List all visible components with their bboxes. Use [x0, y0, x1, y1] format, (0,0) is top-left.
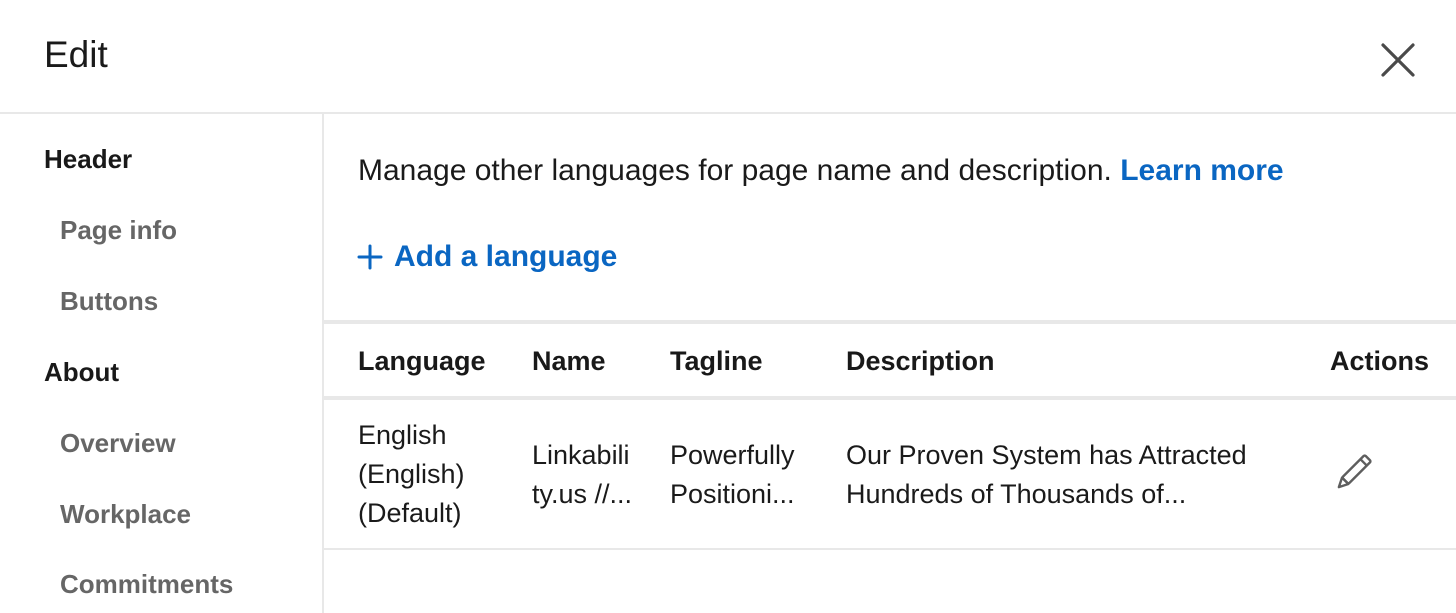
learn-more-link[interactable]: Learn more — [1120, 154, 1283, 187]
cell-language-line: (English) — [358, 459, 465, 489]
column-header-actions: Actions — [1330, 346, 1430, 376]
cell-description: Our Proven System has Attracted Hundreds… — [846, 436, 1247, 514]
cell-language-line: English — [358, 420, 447, 450]
cell-name-line: ty.us //... — [532, 479, 633, 509]
sidebar-item-commitments[interactable]: Commitments — [60, 569, 233, 600]
plus-icon — [357, 244, 383, 270]
cell-tagline-line: Powerfully — [670, 440, 795, 470]
edit-language-button[interactable] — [1330, 450, 1376, 496]
cell-description-line: Our Proven System has Attracted — [846, 440, 1247, 470]
sidebar-item-page-info[interactable]: Page info — [60, 215, 177, 246]
column-header-description: Description — [846, 346, 995, 376]
column-header-name: Name — [532, 346, 606, 376]
sidebar-item-buttons[interactable]: Buttons — [60, 286, 158, 317]
table-row: English (English) (Default) Linkabili ty… — [324, 400, 1456, 550]
cell-tagline-line: Positioni... — [670, 479, 795, 509]
cell-name-line: Linkabili — [532, 440, 630, 470]
intro-description: Manage other languages for page name and… — [358, 154, 1112, 187]
sidebar-item-overview[interactable]: Overview — [60, 428, 176, 459]
main-content: Manage other languages for page name and… — [324, 114, 1456, 613]
dialog-header: Edit — [0, 0, 1456, 114]
add-language-label: Add a language — [394, 240, 618, 273]
cell-language: English (English) (Default) — [358, 416, 465, 533]
add-language-button[interactable]: Add a language — [356, 240, 617, 274]
dialog-title: Edit — [44, 34, 108, 75]
table-header: Language Name Tagline Description Action… — [324, 324, 1456, 396]
pencil-icon — [1337, 454, 1372, 489]
close-icon — [1381, 43, 1415, 77]
cell-tagline: Powerfully Positioni... — [670, 436, 795, 514]
sidebar-section-header[interactable]: Header — [44, 144, 132, 175]
column-header-tagline: Tagline — [670, 346, 763, 376]
intro-text: Manage other languages for page name and… — [358, 154, 1284, 188]
cell-name: Linkabili ty.us //... — [532, 436, 632, 514]
cell-language-line: (Default) — [358, 498, 462, 528]
sidebar-item-workplace[interactable]: Workplace — [60, 499, 191, 530]
cell-description-line: Hundreds of Thousands of... — [846, 479, 1187, 509]
column-header-language: Language — [358, 346, 486, 376]
close-button[interactable] — [1376, 38, 1420, 82]
sidebar-section-about[interactable]: About — [44, 357, 119, 388]
sidebar-nav: Header Page info Buttons About Overview … — [0, 114, 324, 613]
